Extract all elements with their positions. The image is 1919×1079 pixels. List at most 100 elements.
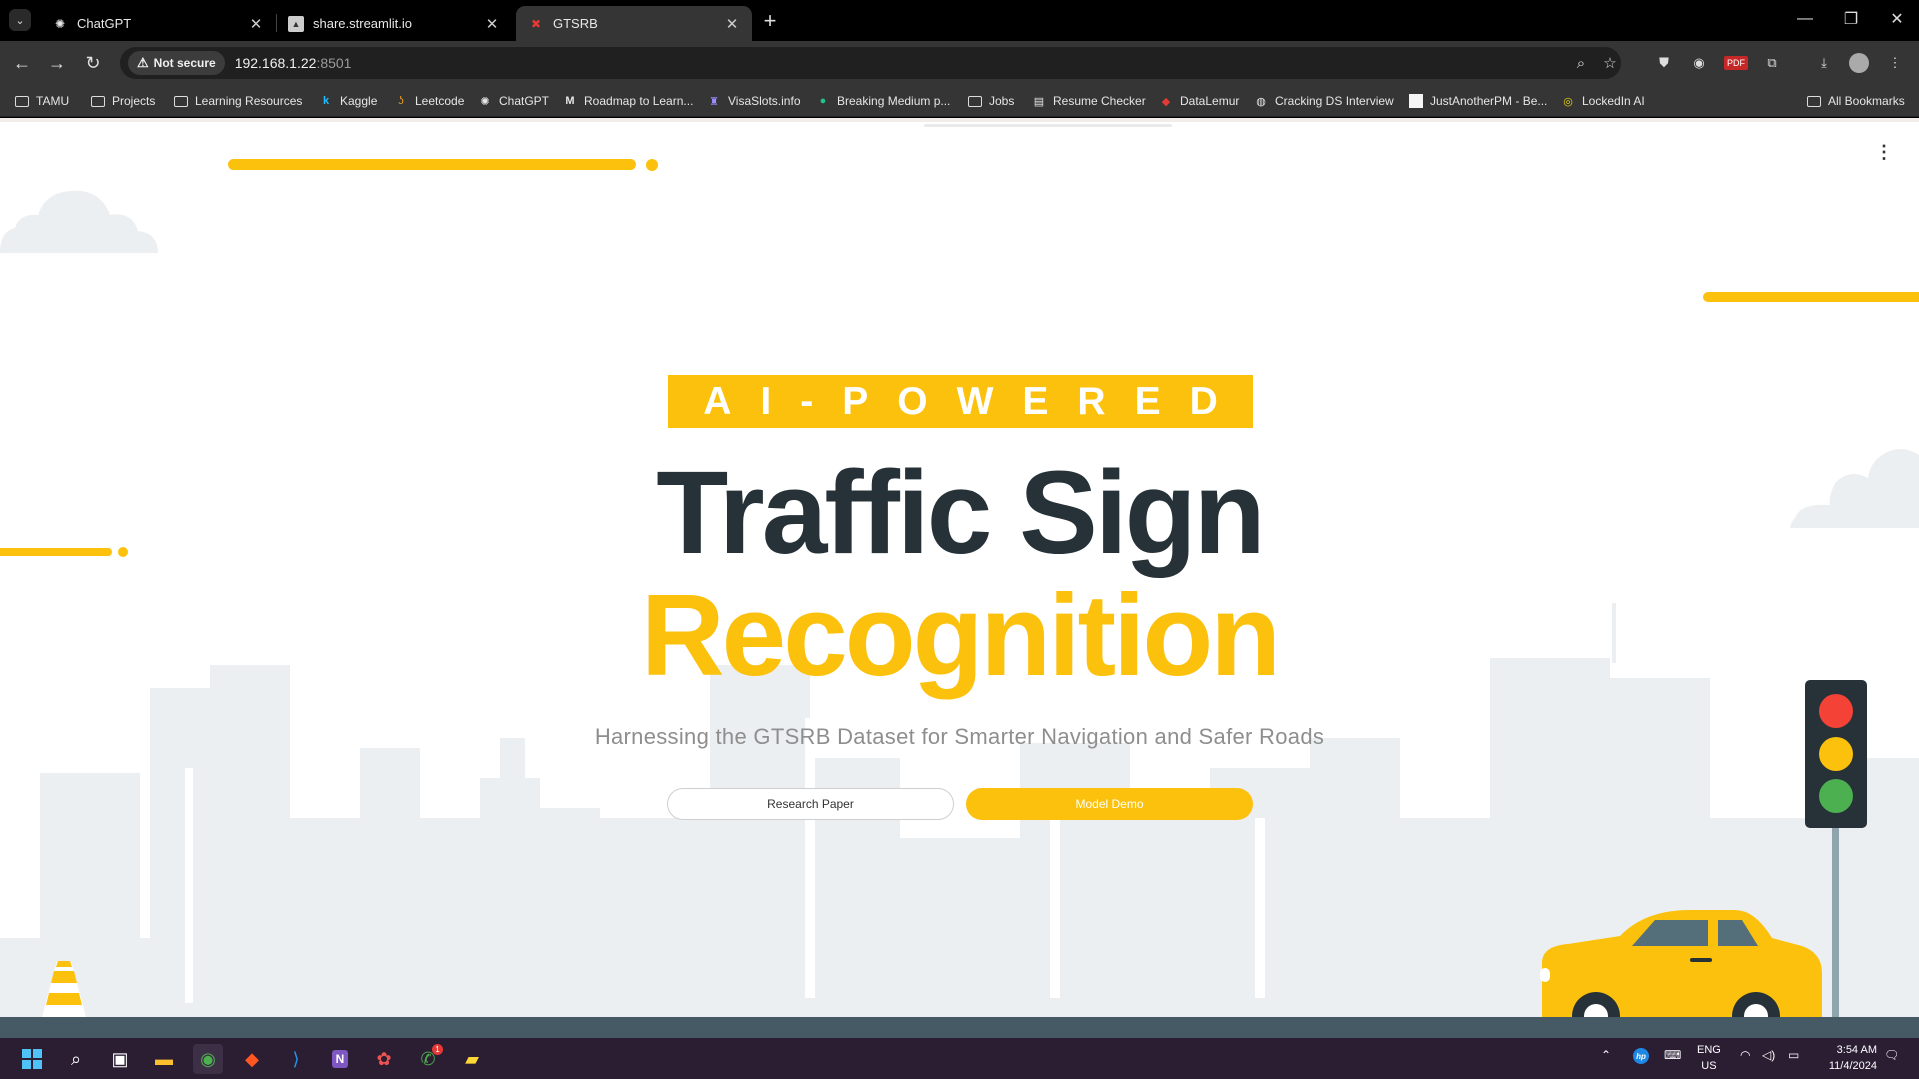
chrome-icon[interactable]: ◉ [193,1044,223,1074]
url-port: :8501 [316,55,352,71]
streamlit-icon: ▲ [288,15,304,32]
chevron-down-icon: ⌄ [15,14,25,27]
battery-icon[interactable]: ▭ [1788,1048,1799,1062]
decorative-yellow-bar [1703,292,1919,302]
model-demo-button[interactable]: Model Demo [966,788,1253,820]
wifi-icon[interactable]: ◠ [1740,1048,1750,1062]
tab-streamlit[interactable]: ▲ share.streamlit.io ✕ [276,6,512,41]
bookmark-lockedin[interactable]: ◎ LockedIn AI [1560,91,1645,111]
chevron-up-icon[interactable]: ⌃ [1601,1048,1611,1062]
minimize-icon: — [1797,10,1813,27]
bookmark-chatgpt[interactable]: ✺ ChatGPT [477,91,549,111]
windows-taskbar: ⌕ ▣ ▬ ◉ ◆ ⟩ N ✿ ✆ 1 ▰ ⌃ hp ⌨ ENG US ◠ ◁) … [0,1038,1919,1079]
url-text[interactable]: 192.168.1.22:8501 [235,55,352,71]
close-icon[interactable]: ✕ [248,15,264,33]
hero-title-line2: Recognition [640,570,1281,700]
file-explorer-icon[interactable]: ▬ [149,1044,179,1074]
star-icon[interactable]: ☆ [1600,53,1620,73]
zoom-icon[interactable]: ⌕ [1571,53,1591,73]
hp-icon[interactable]: hp [1633,1048,1649,1064]
traffic-cone-illustration [42,961,86,1017]
tab-search-button[interactable]: ⌄ [9,9,31,31]
bookmark-datalemur[interactable]: ◆ DataLemur [1158,91,1240,111]
windows-start-icon[interactable] [17,1044,47,1074]
tab-chatgpt[interactable]: ✺ ChatGPT ✕ [40,6,276,41]
datalemur-icon: ◆ [1161,95,1171,108]
close-icon: ✕ [1890,11,1904,28]
keyboard-icon[interactable]: ⌨ [1664,1048,1681,1062]
bookmark-jobs[interactable]: Jobs [967,91,1014,111]
tab-gtsrb[interactable]: ✖ GTSRB ✕ [516,6,752,41]
plus-icon: + [763,8,777,33]
decorative-yellow-bar [228,159,636,170]
bookmark-kaggle[interactable]: k Kaggle [318,91,377,111]
pdf-extension-icon[interactable]: PDF [1724,52,1748,74]
kaggle-icon: k [322,95,330,107]
onenote-icon[interactable]: N [325,1044,355,1074]
bookmark-label: Breaking Medium p... [837,94,951,108]
cloud-left-illustration [0,190,158,253]
arrow-right-icon: → [48,52,66,73]
download-icon[interactable]: ⤓ [1813,52,1835,74]
back-button[interactable]: ← [9,50,35,76]
bookmark-leetcode[interactable]: ʖ Leetcode [393,91,464,111]
notifications-icon[interactable]: 🗨 [1884,1048,1899,1062]
all-bookmarks[interactable]: All Bookmarks [1806,91,1905,111]
forward-button[interactable]: → [44,50,70,76]
bookmark-justanotherpm[interactable]: JustAnotherPM - Be... [1408,91,1547,111]
sticky-notes-icon[interactable]: ▰ [457,1044,487,1074]
extension-badge-icon[interactable]: ◉ [1688,52,1710,74]
folder-icon [90,93,106,109]
bookmark-label: LockedIn AI [1582,94,1645,108]
restore-button[interactable]: ❐ [1836,6,1866,32]
minimize-button[interactable]: — [1790,6,1820,32]
visaslots-icon: ♜ [709,95,719,108]
close-window-button[interactable]: ✕ [1882,6,1912,32]
bookmark-label: ChatGPT [499,94,550,108]
bookmark-label: Jobs [989,94,1015,108]
site-info-chip[interactable]: ⚠ Not secure [128,51,225,75]
security-label: Not secure [153,56,216,70]
settings-app-icon[interactable]: ✿ [369,1044,399,1074]
bookmark-projects[interactable]: Projects [90,91,155,111]
folder-icon [967,93,983,109]
github-icon: ◍ [1256,95,1266,108]
folder-icon [1806,93,1822,109]
bookmark-cracking-ds[interactable]: ◍ Cracking DS Interview [1253,91,1394,111]
avatar[interactable] [1848,52,1870,74]
bookmark-learning-resources[interactable]: Learning Resources [173,91,302,111]
whatsapp-icon[interactable]: ✆ 1 [413,1044,443,1074]
research-paper-button[interactable]: Research Paper [667,788,954,820]
browser-toolbar: ← → ↻ ⚠ Not secure 192.168.1.22:8501 ⌕ ☆… [0,41,1919,85]
shield-extension-icon[interactable]: ⛊ [1653,52,1675,74]
bookmark-label: Projects [112,94,156,108]
menu-icon[interactable]: ⋮ [1884,52,1906,74]
hero-title-line1: Traffic Sign [656,447,1266,579]
new-tab-button[interactable]: + [757,8,783,34]
volume-icon[interactable]: ◁) [1762,1048,1775,1062]
bookmark-resume-checker[interactable]: ▤ Resume Checker [1031,91,1146,111]
close-icon[interactable]: ✕ [484,15,500,33]
bookmark-label: Learning Resources [195,94,303,108]
brave-icon[interactable]: ◆ [237,1044,267,1074]
bookmark-tamu[interactable]: TAMU [14,91,69,111]
puzzle-icon[interactable]: ⧉ [1761,52,1783,74]
language-indicator[interactable]: ENG US [1697,1042,1721,1074]
justanotherpm-icon [1408,93,1424,109]
reload-button[interactable]: ↻ [80,50,106,76]
restore-icon: ❐ [1843,11,1859,28]
close-icon[interactable]: ✕ [724,15,740,33]
warning-icon: ⚠ [137,55,149,70]
vscode-icon[interactable]: ⟩ [281,1044,311,1074]
search-icon[interactable]: ⌕ [61,1044,91,1074]
bookmark-visaslots[interactable]: ♜ VisaSlots.info [706,91,800,111]
bookmark-breaking-medium[interactable]: ● Breaking Medium p... [815,91,951,111]
bookmark-label: Resume Checker [1053,94,1146,108]
bookmark-label: Cracking DS Interview [1275,94,1394,108]
hero-subtitle: Harnessing the GTSRB Dataset for Smarter… [594,724,1325,749]
bookmark-roadmap[interactable]: M Roadmap to Learn... [562,91,693,111]
system-clock[interactable]: 3:54 AM 11/4/2024 [1829,1042,1877,1074]
address-bar[interactable]: ⚠ Not secure 192.168.1.22:8501 ⌕ ☆ [120,47,1621,79]
task-view-icon[interactable]: ▣ [105,1044,135,1074]
bookmark-label: JustAnotherPM - Be... [1430,94,1548,108]
